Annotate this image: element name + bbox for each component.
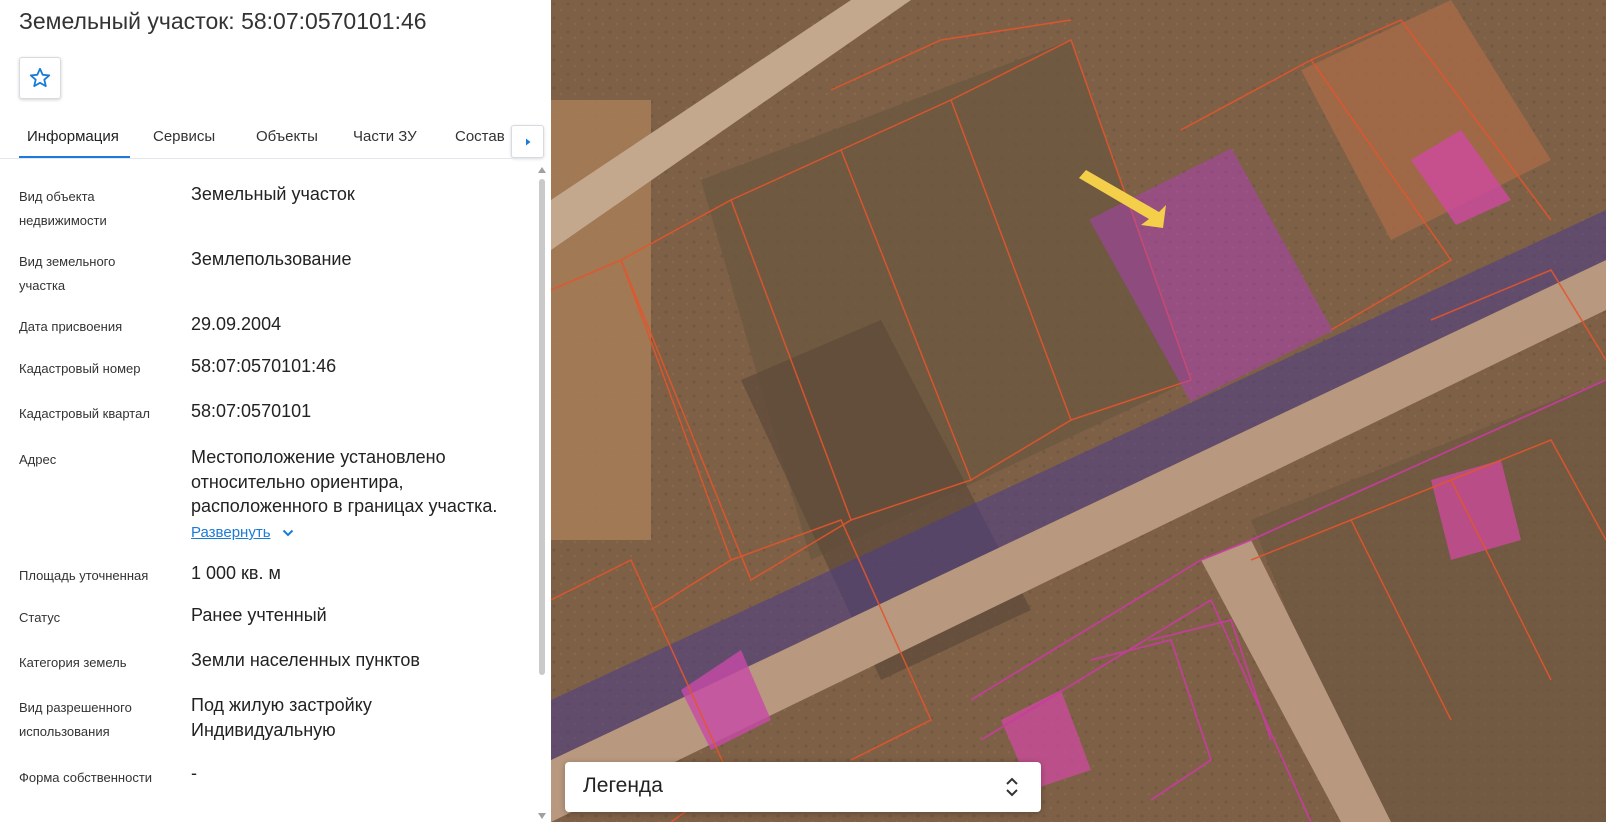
tab-information[interactable]: Информация	[27, 128, 119, 145]
legend-label: Легенда	[583, 774, 663, 797]
property-label: Кадастровый квартал	[19, 406, 150, 421]
tab-services[interactable]: Сервисы	[153, 128, 215, 145]
property-label: Дата присвоения	[19, 319, 123, 334]
property-label: Площадь уточненная	[19, 568, 149, 583]
scroll-up-arrow[interactable]	[538, 167, 546, 173]
property-value: -	[191, 763, 197, 783]
property-label: Категория земель	[19, 655, 127, 670]
chevron-up-down-icon	[1006, 777, 1018, 797]
tab-parcel-parts[interactable]: Части ЗУ	[353, 128, 417, 145]
chevron-down-icon	[282, 529, 293, 536]
tab-composition[interactable]: Состав	[455, 128, 505, 145]
scrollbar-thumb[interactable]	[539, 179, 545, 675]
property-value: Землепользование	[191, 249, 352, 269]
tab-objects[interactable]: Объекты	[256, 128, 318, 145]
cadastral-map[interactable]	[551, 0, 1606, 822]
property-value: Под жилую застройку Индивидуальную	[191, 695, 372, 740]
property-label: Вид объекта недвижимости	[19, 189, 107, 228]
tabs-scroll-right-button[interactable]	[511, 125, 544, 158]
tabs-divider	[0, 158, 532, 159]
info-panel: Земельный участок: 58:07:0570101:46 Инфо…	[0, 0, 551, 822]
scroll-down-arrow[interactable]	[538, 813, 546, 819]
properties-list: Вид объекта недвижимости Земельный участ…	[0, 160, 536, 822]
satellite-imagery	[551, 0, 1606, 822]
property-value: 29.09.2004	[191, 314, 282, 334]
property-label: Форма собственности	[19, 770, 153, 785]
legend-dropdown[interactable]: Легенда	[565, 762, 1041, 812]
property-label: Вид земельного участка	[19, 254, 116, 293]
caret-right-icon	[525, 138, 530, 145]
star-icon	[29, 67, 51, 87]
property-value: 58:07:0570101	[191, 401, 312, 421]
address-value: Местоположение установлено относительно …	[191, 447, 498, 516]
page-title: Земельный участок: 58:07:0570101:46	[19, 8, 427, 34]
property-label: Статус	[19, 610, 61, 625]
tab-bar: Информация Сервисы Объекты Части ЗУ Сост…	[19, 118, 545, 158]
property-value: Ранее учтенный	[191, 605, 327, 625]
expand-address-link[interactable]: Развернуть	[191, 524, 295, 541]
property-label: Адрес	[19, 452, 57, 467]
properties-scrollbar[interactable]	[537, 163, 547, 822]
property-value: 1 000 кв. м	[191, 563, 281, 583]
property-label: Кадастровый номер	[19, 361, 141, 376]
property-value: Земли населенных пунктов	[191, 650, 420, 670]
favorite-button[interactable]	[19, 57, 61, 99]
expand-label: Развернуть	[191, 524, 271, 541]
property-value: Земельный участок	[191, 184, 355, 204]
property-label: Вид разрешенного использования	[19, 700, 132, 739]
property-value: 58:07:0570101:46	[191, 356, 337, 376]
